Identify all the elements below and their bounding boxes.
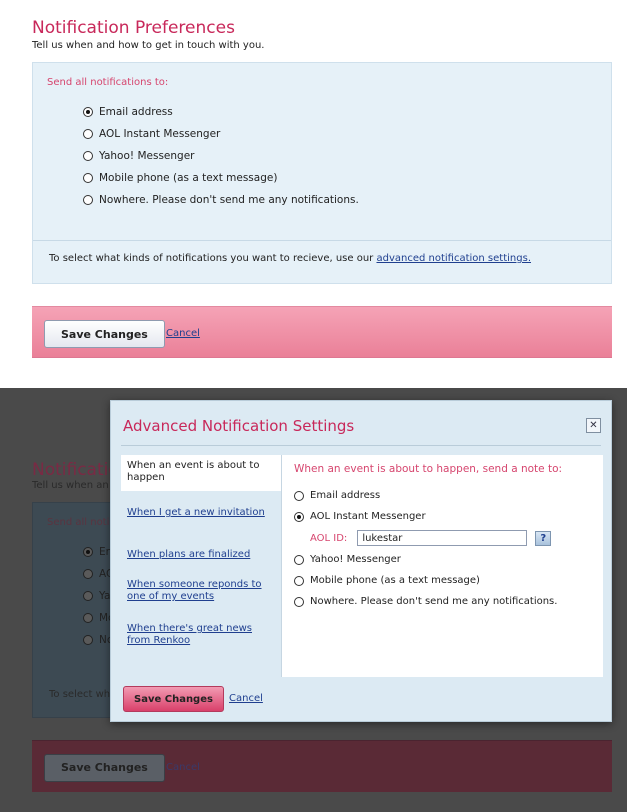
background-save-button: Save Changes <box>44 754 165 782</box>
option-label: Nowhere. Please don't send me any notifi… <box>310 596 558 607</box>
advanced-settings-screen: Notificatio Tell us when an Send all not… <box>0 388 627 812</box>
option-nowhere[interactable]: Nowhere. Please don't send me any notifi… <box>294 591 557 612</box>
footnote-text: To select what kinds of notifications yo… <box>49 253 374 264</box>
option-label: Mobile phone (as a text message) <box>310 575 480 586</box>
nav-link[interactable]: When there's great news from Renkoo <box>127 623 252 646</box>
background-footnote: To select wh <box>49 689 111 700</box>
nav-item-new-invitation[interactable]: When I get a new invitation <box>127 507 275 519</box>
close-icon[interactable]: ✕ <box>586 418 601 433</box>
cancel-link[interactable]: Cancel <box>166 328 200 339</box>
method-options: Email address AOL Instant Messenger AOL … <box>294 485 557 612</box>
radio-unselected-icon[interactable] <box>83 195 93 205</box>
radio-unselected-icon[interactable] <box>294 575 304 586</box>
option-aol[interactable]: AOL Instant Messenger <box>83 123 359 145</box>
advanced-settings-link[interactable]: advanced notification settings. <box>376 253 531 264</box>
save-button[interactable]: Save Changes <box>44 320 165 348</box>
help-icon[interactable]: ? <box>535 530 552 546</box>
dialog-save-button[interactable]: Save Changes <box>123 686 224 712</box>
option-email[interactable]: Email address <box>294 485 557 506</box>
nav-item-plans-finalized[interactable]: When plans are finalized <box>127 549 275 561</box>
advanced-notification-dialog: Advanced Notification Settings ✕ When an… <box>110 400 612 722</box>
option-yahoo[interactable]: Yahoo! Messenger <box>294 549 557 570</box>
radio-unselected-icon <box>83 591 93 601</box>
page-title: Notification Preferences <box>32 18 235 38</box>
event-nav: When an event is about to happen When I … <box>121 455 291 677</box>
option-label: AOL Instant Messenger <box>310 511 426 522</box>
option-email[interactable]: Email address <box>83 101 359 123</box>
divider <box>33 240 611 241</box>
aol-id-row: AOL ID: ? <box>294 527 557 549</box>
option-mobile[interactable]: Mobile phone (as a text message) <box>294 570 557 591</box>
radio-unselected-icon[interactable] <box>83 151 93 161</box>
background-action-bar: Save Changes Cancel <box>32 740 612 792</box>
option-label: Email address <box>99 106 173 118</box>
background-send-label: Send all noti <box>47 517 110 528</box>
option-label: Yahoo! Messenger <box>99 150 195 162</box>
nav-item-someone-responds[interactable]: When someone reponds to one of my events <box>127 579 275 603</box>
dialog-title: Advanced Notification Settings <box>123 417 355 435</box>
page-subtitle: Tell us when and how to get in touch wit… <box>32 40 265 51</box>
dialog-divider <box>121 445 601 446</box>
background-page-subtitle: Tell us when an <box>32 480 109 491</box>
radio-selected-icon[interactable] <box>294 511 304 522</box>
option-nowhere[interactable]: Nowhere. Please don't send me any notifi… <box>83 189 359 211</box>
notification-method-options: Email address AOL Instant Messenger Yaho… <box>83 101 359 211</box>
radio-selected-icon[interactable] <box>83 107 93 117</box>
send-all-label: Send all notifications to: <box>47 77 169 88</box>
option-aol[interactable]: AOL Instant Messenger <box>294 506 557 527</box>
option-label: AOL Instant Messenger <box>99 128 221 140</box>
aol-id-input[interactable] <box>357 530 528 546</box>
radio-unselected-icon[interactable] <box>294 554 304 565</box>
radio-unselected-icon[interactable] <box>83 129 93 139</box>
dialog-footer: Save Changes Cancel <box>111 683 611 719</box>
radio-unselected-icon[interactable] <box>294 490 304 501</box>
nav-item-event-about-to-happen[interactable]: When an event is about to happen <box>121 455 291 491</box>
nav-link[interactable]: When someone reponds to one of my events <box>127 579 262 602</box>
radio-unselected-icon[interactable] <box>83 173 93 183</box>
option-label: Yahoo! Messenger <box>310 554 401 565</box>
background-page-title: Notificatio <box>32 460 119 480</box>
nav-link[interactable]: When plans are finalized <box>127 549 250 560</box>
aol-id-label: AOL ID: <box>310 532 348 544</box>
notification-method-panel: When an event is about to happen, send a… <box>281 455 603 677</box>
notification-preferences-panel: Notification Preferences Tell us when an… <box>0 0 627 370</box>
option-mobile[interactable]: Mobile phone (as a text message) <box>83 167 359 189</box>
action-bar: Save Changes Cancel <box>32 306 612 358</box>
radio-unselected-icon <box>83 613 93 623</box>
nav-item-great-news[interactable]: When there's great news from Renkoo <box>127 623 275 647</box>
radio-unselected-icon[interactable] <box>294 596 304 607</box>
radio-unselected-icon <box>83 569 93 579</box>
radio-unselected-icon <box>83 635 93 645</box>
option-yahoo[interactable]: Yahoo! Messenger <box>83 145 359 167</box>
send-notifications-box: Send all notifications to: Email address… <box>32 62 612 284</box>
dialog-cancel-link[interactable]: Cancel <box>229 693 263 704</box>
radio-selected-icon <box>83 547 93 557</box>
method-heading: When an event is about to happen, send a… <box>294 463 563 475</box>
option-label: Mobile phone (as a text message) <box>99 172 278 184</box>
nav-link[interactable]: When I get a new invitation <box>127 507 265 518</box>
option-label: Email address <box>310 490 381 501</box>
option-label: Nowhere. Please don't send me any notifi… <box>99 194 359 206</box>
background-cancel-link: Cancel <box>166 762 200 773</box>
advanced-settings-note: To select what kinds of notifications yo… <box>49 253 531 264</box>
